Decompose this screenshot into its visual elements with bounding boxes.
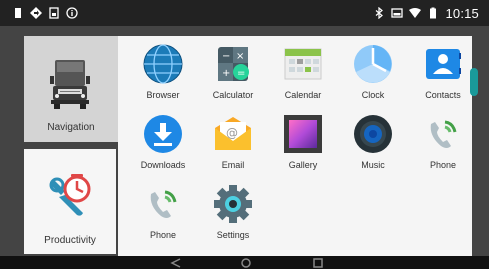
- navigation-bar: [0, 256, 489, 269]
- app-downloads[interactable]: Downloads: [133, 110, 193, 182]
- app-label: Music: [361, 160, 385, 170]
- gallery-icon: [284, 115, 322, 153]
- phone-icon: [430, 120, 457, 148]
- sim-card-icon: [49, 7, 59, 19]
- app-contacts[interactable]: Contacts: [413, 40, 473, 112]
- globe-icon: [143, 44, 183, 84]
- phone-icon: [150, 190, 177, 218]
- app-grid: Browser − × + = Calculator Calendar Cloc…: [118, 36, 472, 256]
- category-productivity[interactable]: Productivity: [24, 149, 116, 254]
- app-clock[interactable]: Clock: [343, 40, 403, 112]
- navigation-arrow-icon: [30, 7, 42, 19]
- app-label: Browser: [146, 90, 180, 100]
- category-navigation[interactable]: Navigation: [24, 36, 118, 142]
- cast-icon: [391, 8, 404, 18]
- download-icon: [144, 115, 182, 153]
- truck-icon: [50, 60, 90, 109]
- info-icon: [66, 7, 78, 19]
- recents-icon[interactable]: [312, 258, 324, 268]
- app-label: Phone: [429, 160, 457, 170]
- svg-text:×: ×: [236, 51, 244, 62]
- svg-text:−: −: [222, 51, 230, 62]
- speaker-icon: [354, 115, 392, 153]
- gear-icon: [214, 185, 252, 223]
- contacts-icon: [426, 49, 461, 79]
- page-scroll-handle[interactable]: [470, 68, 478, 96]
- app-label: Calendar: [284, 90, 322, 100]
- app-label: Gallery: [288, 160, 318, 170]
- app-label: Downloads: [140, 160, 186, 170]
- app-label: Phone: [149, 230, 177, 240]
- wifi-icon: [409, 8, 422, 18]
- status-clock: 10:15: [445, 5, 479, 21]
- app-phone[interactable]: Phone: [413, 110, 473, 182]
- notification-icon: [15, 8, 21, 18]
- app-settings[interactable]: Settings: [203, 180, 263, 252]
- status-right-icons: 10:15: [373, 0, 479, 26]
- app-music[interactable]: Music: [343, 110, 403, 182]
- app-gallery[interactable]: Gallery: [273, 110, 333, 182]
- app-label: Email: [221, 160, 245, 170]
- app-label: Clock: [361, 90, 385, 100]
- app-label: Settings: [216, 230, 250, 240]
- app-email[interactable]: @ Email: [203, 110, 263, 182]
- clock-icon: [354, 45, 392, 83]
- category-sidebar: Navigation Productivity: [0, 26, 118, 256]
- status-left-icons: [12, 0, 78, 26]
- app-browser[interactable]: Browser: [133, 40, 193, 112]
- status-bar: 10:15: [0, 0, 489, 26]
- app-label: Calculator: [212, 90, 254, 100]
- app-calculator[interactable]: − × + = Calculator: [203, 40, 263, 112]
- svg-text:+: +: [222, 68, 230, 79]
- app-phone[interactable]: Phone: [133, 180, 193, 252]
- home-icon[interactable]: [240, 258, 252, 268]
- svg-text:=: =: [237, 68, 245, 79]
- wrench-clock-icon: [49, 174, 91, 216]
- category-label: Productivity: [44, 235, 96, 246]
- bluetooth-icon: [376, 7, 384, 19]
- calculator-icon: − × + =: [218, 47, 249, 81]
- app-calendar[interactable]: Calendar: [273, 40, 333, 112]
- back-icon[interactable]: [170, 258, 182, 268]
- battery-icon: [430, 7, 437, 19]
- calendar-icon: [284, 48, 322, 80]
- email-icon: @: [215, 117, 251, 150]
- launcher: Navigation Productivity Browser − × + = …: [0, 26, 489, 256]
- category-label: Navigation: [47, 122, 95, 133]
